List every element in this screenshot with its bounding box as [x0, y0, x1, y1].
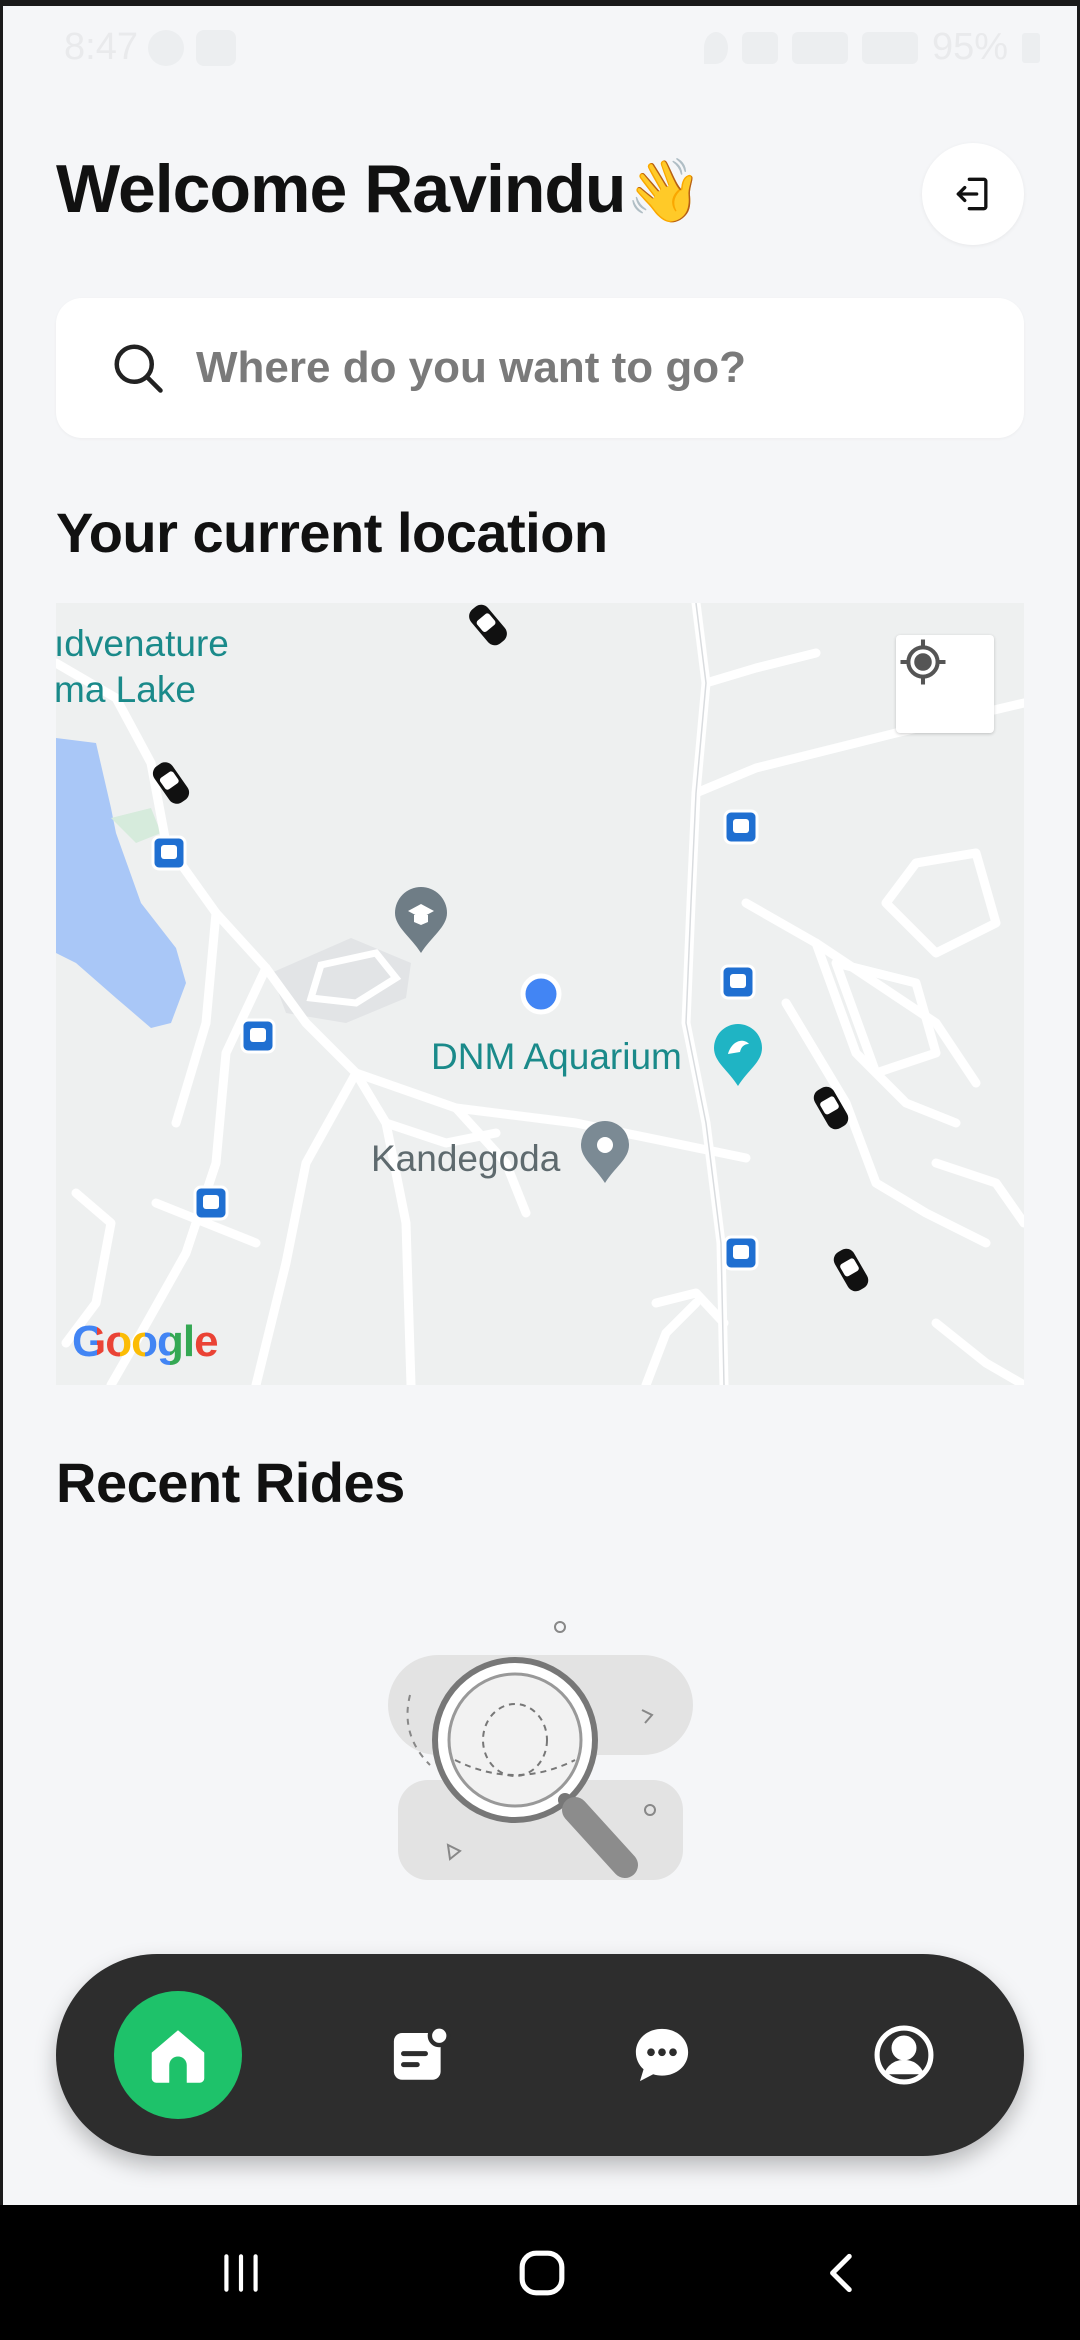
- map-view[interactable]: ıdvenature ma Lake DNM Aquarium Kandegod…: [56, 603, 1024, 1385]
- nav-profile[interactable]: [840, 1991, 968, 2119]
- google-attribution: Google: [72, 1317, 219, 1366]
- wifi-icon: [741, 31, 778, 64]
- welcome-heading: Welcome Ravindu👋: [56, 150, 703, 228]
- status-bar: 8:47 95%: [0, 6, 1080, 86]
- nav-home[interactable]: [114, 1991, 242, 2119]
- system-back-button[interactable]: [808, 2238, 878, 2308]
- welcome-text: Welcome Ravindu: [56, 151, 626, 227]
- back-icon: [830, 2253, 852, 2293]
- system-home-button[interactable]: [507, 2238, 577, 2308]
- aquarium-pin: [714, 1024, 762, 1086]
- logout-button[interactable]: [922, 143, 1024, 245]
- status-time: 8:47: [64, 26, 138, 68]
- park-area: [111, 808, 161, 843]
- current-location-dot: [520, 973, 562, 1015]
- map-label-adventure: ıdvenature: [56, 623, 229, 664]
- place-pin: [581, 1121, 629, 1183]
- nav-chat[interactable]: [598, 1991, 726, 2119]
- app-screen: 8:47 95% Welcome Ravindu👋 Where do you w…: [0, 0, 1080, 2340]
- recent-apps-icon: [224, 2254, 258, 2292]
- car-markers: [152, 604, 869, 1292]
- signal-icon: [861, 31, 918, 64]
- rides-list-icon: [393, 2024, 451, 2080]
- location-status-icon: [703, 31, 728, 64]
- search-input[interactable]: [194, 342, 998, 394]
- map-canvas: [56, 603, 1024, 1385]
- search-icon: [114, 344, 163, 393]
- system-nav-bar: [0, 2205, 1080, 2340]
- recent-apps-button[interactable]: [206, 2238, 276, 2308]
- home-icon: [151, 2030, 205, 2083]
- status-notification-icons: [148, 30, 236, 66]
- my-location-button[interactable]: [896, 635, 994, 733]
- logout-icon: [956, 177, 988, 211]
- status-right: 95%: [703, 26, 1040, 69]
- battery-percent: 95%: [931, 26, 1008, 68]
- chat-icon: [635, 2028, 689, 2082]
- search-bar[interactable]: [56, 298, 1024, 438]
- map-label-kandegoda[interactable]: Kandegoda: [371, 1138, 560, 1180]
- google-logo: Google: [72, 1317, 219, 1367]
- crosshair-icon: [900, 639, 946, 685]
- notification-icon: [148, 30, 184, 66]
- profile-icon: [874, 2025, 934, 2085]
- bottom-nav: [56, 1954, 1024, 2156]
- map-label-lake: ma Lake: [56, 669, 196, 710]
- home-button-icon: [519, 2250, 565, 2296]
- signal-icon: [791, 31, 848, 64]
- notification-icon: [196, 30, 236, 66]
- battery-icon: [1022, 32, 1040, 63]
- current-location-title: Your current location: [56, 501, 608, 564]
- nav-rides[interactable]: [356, 1991, 484, 2119]
- recent-rides-title: Recent Rides: [56, 1451, 405, 1514]
- screen-border: [0, 0, 3, 2205]
- wave-emoji: 👋: [625, 157, 702, 226]
- school-pin: [395, 887, 447, 953]
- map-label-aquarium[interactable]: DNM Aquarium: [431, 1036, 682, 1078]
- empty-search-illustration: [388, 1621, 693, 1880]
